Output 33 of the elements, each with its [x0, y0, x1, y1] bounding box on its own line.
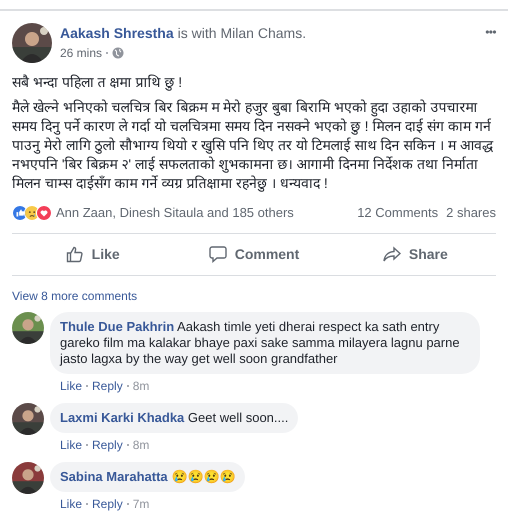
comment-text: Laxmi Karki Khadka Geet well soon.... [60, 410, 288, 426]
share-arrow-icon [382, 245, 401, 263]
like-button[interactable]: Like [12, 234, 174, 274]
comment-text: Thule Due Pakhrin Aakash timle yeti dherai respect ka sath entry gareko film ma kalakar bhaye paxi sake samma milayera lagnu parne jasto lagxa by the way get well soon grandfather [60, 318, 461, 366]
commenter-name-link[interactable]: Thule Due Pakhrin [60, 318, 174, 334]
author-link[interactable]: Aakash Shrestha [60, 24, 174, 42]
shares-count-link[interactable]: 2 shares [446, 203, 496, 222]
like-link[interactable]: Like [60, 494, 82, 512]
comment-text: Sabina Marahatta 😢😢😢😢 [60, 468, 236, 484]
thumbs-up-icon [66, 245, 84, 263]
post-paragraph: मैले खेल्ने भनिएको चलचित्र बिर बिक्रम म मेरो हजुर बुबा बिरामि भएको हुदा उहाको उपचारमा समय दिनु पर्ने कारण ले गर्दा यो चलचित्रमा समय दिन नसक्ने भएको छु ! मिलन दाई संग काम गर्न पाउनु मेरो लागि ठुलो सौभाग्य थियो र खुसि पनि थिए तर यो टिमलाई साथ दिन सकिन । म आवद्ध नभएपनि 'बिर बिक्रम २' लाई सफलताको शुभकामना छ। आगामी दिनमा निर्देशक तथा निर्माता मिलन चाम्स दाईसँग काम गर्ने व्यग्र प्रतिक्षामा रहनेछु । धन्यवाद ! [12, 98, 494, 193]
view-more-comments-link[interactable]: View 8 more comments [12, 288, 138, 302]
like-link[interactable]: Like [60, 436, 82, 454]
tagged-person-link[interactable]: Milan Chams. [220, 24, 306, 42]
share-button[interactable]: Share [334, 234, 496, 274]
commenter-name-link[interactable]: Laxmi Karki Khadka [60, 410, 184, 424]
with-text: is with [178, 24, 217, 42]
reply-link[interactable]: Reply [92, 494, 123, 512]
speech-bubble-icon [208, 245, 227, 263]
comment-time[interactable]: 7m [132, 494, 150, 512]
comments-count-link[interactable]: 12 Comments [357, 203, 438, 222]
heart-icon [36, 204, 52, 221]
comment-button[interactable]: Comment [173, 234, 335, 274]
comment-time[interactable]: 8m [132, 376, 150, 394]
reply-link[interactable]: Reply [92, 376, 123, 394]
commenter-name-link[interactable]: Sabina Marahatta [60, 468, 168, 484]
comment-time[interactable]: 8m [132, 436, 150, 454]
post-time[interactable]: 26 mins [60, 44, 102, 62]
post-paragraph: सबै भन्दा पहिला त क्षमा प्राथि छु ! [12, 73, 184, 92]
like-link[interactable]: Like [60, 376, 82, 394]
reactors-link[interactable]: Ann Zaan, Dinesh Sitaula and 185 others [56, 203, 294, 222]
more-options-button[interactable]: ••• [485, 23, 496, 41]
reply-link[interactable]: Reply [92, 436, 123, 454]
